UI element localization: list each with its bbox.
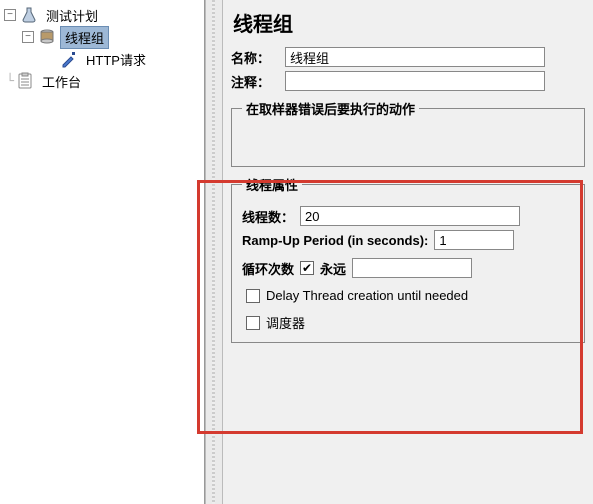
thread-props-legend: 线程属性 bbox=[242, 175, 302, 194]
loop-count-input[interactable] bbox=[352, 258, 472, 278]
tree-node-test-plan[interactable]: − 测试计划 bbox=[0, 4, 204, 26]
tree-connector: └ bbox=[4, 74, 16, 89]
delay-thread-checkbox[interactable] bbox=[246, 289, 260, 303]
splitter-gutter[interactable] bbox=[205, 0, 223, 504]
app-root: − 测试计划 − 线程组 HTTP请求 └ 工作台 bbox=[0, 0, 593, 504]
tree-toggle-icon[interactable]: − bbox=[22, 31, 34, 43]
right-pane: 线程组 名称： 注释： 在取样器错误后要执行的动作 线程属性 线程数： R bbox=[223, 0, 593, 504]
thread-props-fieldset: 线程属性 线程数： Ramp-Up Period (in seconds): 循… bbox=[231, 175, 585, 343]
thread-count-input[interactable] bbox=[300, 206, 520, 226]
right-wrap: 线程组 名称： 注释： 在取样器错误后要执行的动作 线程属性 线程数： R bbox=[205, 0, 593, 504]
tree-node-thread-group[interactable]: − 线程组 bbox=[18, 26, 204, 48]
tree-node-http-request[interactable]: HTTP请求 bbox=[56, 48, 204, 70]
comment-input[interactable] bbox=[285, 71, 545, 91]
error-action-legend: 在取样器错误后要执行的动作 bbox=[242, 99, 419, 118]
loop-label: 循环次数 bbox=[242, 259, 294, 278]
tree-pane: − 测试计划 − 线程组 HTTP请求 └ 工作台 bbox=[0, 0, 205, 504]
forever-label: 永远 bbox=[320, 259, 346, 278]
forever-checkbox[interactable]: ✔ bbox=[300, 261, 314, 275]
rampup-label: Ramp-Up Period (in seconds): bbox=[242, 233, 428, 248]
tree-label: 线程组 bbox=[60, 26, 109, 49]
name-input[interactable] bbox=[285, 47, 545, 67]
delay-thread-row: Delay Thread creation until needed bbox=[246, 288, 574, 303]
panel-title: 线程组 bbox=[233, 8, 585, 37]
flask-icon bbox=[20, 6, 38, 24]
pipette-icon bbox=[60, 50, 78, 68]
tree-label: 测试计划 bbox=[42, 5, 102, 26]
comment-label: 注释： bbox=[231, 72, 285, 91]
name-row: 名称： bbox=[231, 47, 585, 67]
name-label: 名称： bbox=[231, 48, 285, 67]
tree-toggle-icon[interactable]: − bbox=[4, 9, 16, 21]
comment-row: 注释： bbox=[231, 71, 585, 91]
rampup-row: Ramp-Up Period (in seconds): bbox=[242, 230, 574, 250]
scheduler-row: 调度器 bbox=[246, 313, 574, 332]
thread-count-row: 线程数： bbox=[242, 206, 574, 226]
spool-icon bbox=[38, 28, 56, 46]
scheduler-checkbox[interactable] bbox=[246, 316, 260, 330]
tree-node-workbench[interactable]: └ 工作台 bbox=[0, 70, 204, 92]
scheduler-label: 调度器 bbox=[266, 313, 305, 332]
tree-label: 工作台 bbox=[38, 71, 85, 92]
error-action-fieldset: 在取样器错误后要执行的动作 bbox=[231, 99, 585, 167]
loop-row: 循环次数 ✔ 永远 bbox=[242, 258, 574, 278]
thread-count-label: 线程数： bbox=[242, 207, 294, 226]
clipboard-icon bbox=[16, 72, 34, 90]
delay-thread-label: Delay Thread creation until needed bbox=[266, 288, 468, 303]
rampup-input[interactable] bbox=[434, 230, 514, 250]
tree-label: HTTP请求 bbox=[82, 49, 150, 70]
